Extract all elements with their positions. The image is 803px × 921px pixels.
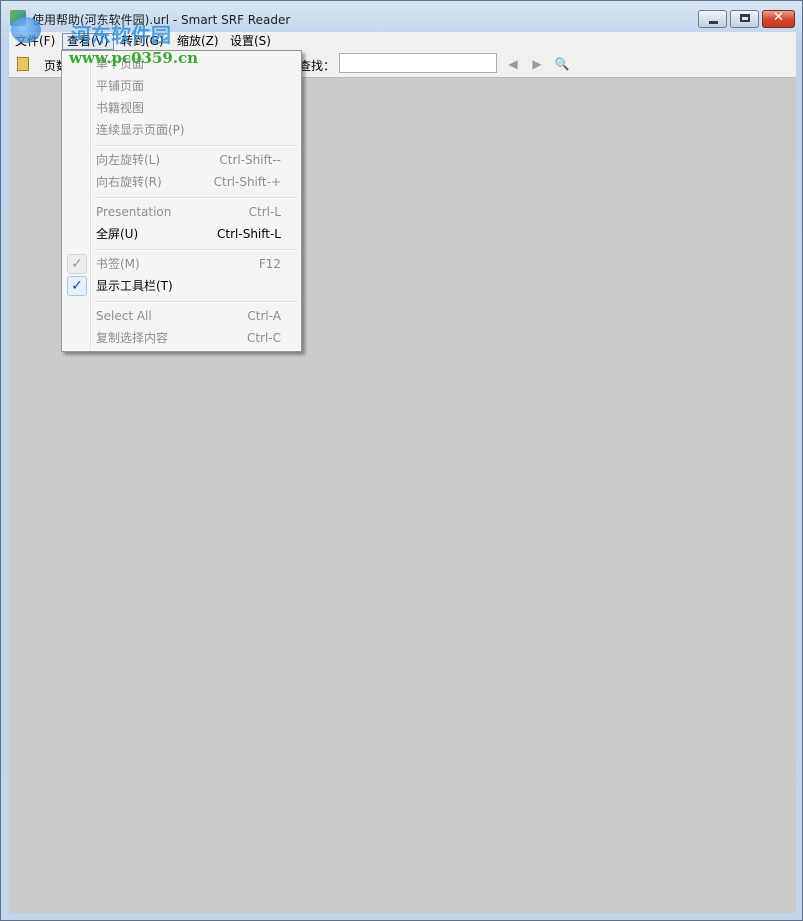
menu-item-shortcut: Ctrl-L bbox=[248, 205, 281, 219]
close-icon: ✕ bbox=[773, 10, 784, 25]
menu-goto[interactable]: 转到(G) bbox=[117, 33, 168, 50]
menu-zoom[interactable]: 缩放(Z) bbox=[173, 33, 223, 50]
menu-item-bookmarks[interactable]: ✓ 书签(M) F12 bbox=[64, 253, 299, 275]
close-button[interactable]: ✕ bbox=[762, 10, 795, 28]
menu-item-label: 单个页面 bbox=[96, 57, 145, 71]
menu-item-label: 连续显示页面(P) bbox=[96, 123, 185, 137]
menu-separator bbox=[94, 197, 297, 199]
menu-bar: 文件(F) 查看(V) 转到(G) 缩放(Z) 设置(S) bbox=[9, 32, 796, 51]
menu-item-copy-selection[interactable]: 复制选择内容 Ctrl-C bbox=[64, 327, 299, 349]
menu-item-label: 全屏(U) bbox=[96, 227, 139, 241]
menu-item-rotate-right[interactable]: 向右旋转(R) Ctrl-Shift-+ bbox=[64, 171, 299, 193]
menu-item-shortcut: Ctrl-A bbox=[247, 309, 281, 323]
menu-separator bbox=[94, 145, 297, 147]
menu-separator bbox=[94, 249, 297, 251]
menu-item-rotate-left[interactable]: 向左旋转(L) Ctrl-Shift-- bbox=[64, 149, 299, 171]
menu-item-shortcut: Ctrl-Shift-L bbox=[217, 227, 281, 241]
search-input[interactable] bbox=[339, 53, 497, 73]
menu-view[interactable]: 查看(V) bbox=[62, 33, 114, 50]
app-window: 使用帮助(河东软件园).url - Smart SRF Reader ✕ 文件(… bbox=[0, 0, 803, 921]
menu-settings[interactable]: 设置(S) bbox=[226, 33, 275, 50]
menu-item-label: 复制选择内容 bbox=[96, 331, 169, 345]
app-icon[interactable] bbox=[10, 10, 26, 26]
title-bar[interactable]: 使用帮助(河东软件园).url - Smart SRF Reader ✕ bbox=[1, 1, 802, 33]
menu-item-book-view[interactable]: 书籍视图 bbox=[64, 97, 299, 119]
menu-item-label: 向左旋转(L) bbox=[96, 153, 161, 167]
menu-item-shortcut: F12 bbox=[258, 257, 281, 271]
menu-item-label: Select All bbox=[96, 309, 152, 323]
menu-item-single-page[interactable]: 单个页面 bbox=[64, 53, 299, 75]
menu-item-continuous-pages[interactable]: 连续显示页面(P) bbox=[64, 119, 299, 141]
menu-item-select-all[interactable]: Select All Ctrl-A bbox=[64, 305, 299, 327]
menu-item-show-toolbar[interactable]: ✓ 显示工具栏(T) bbox=[64, 275, 299, 297]
menu-item-shortcut: Ctrl-Shift-- bbox=[219, 153, 281, 167]
menu-item-shortcut: Ctrl-C bbox=[246, 331, 281, 345]
menu-item-label: 向右旋转(R) bbox=[96, 175, 162, 189]
menu-item-label: 显示工具栏(T) bbox=[96, 279, 173, 293]
menu-file[interactable]: 文件(F) bbox=[11, 33, 59, 50]
view-menu-dropdown: 单个页面 平铺页面 书籍视图 连续显示页面(P) 向左旋转(L) Ctrl-Sh… bbox=[61, 50, 302, 352]
menu-item-label: 书签(M) bbox=[96, 257, 140, 271]
find-icon[interactable]: 🔍 bbox=[554, 56, 570, 72]
minimize-icon bbox=[709, 21, 718, 24]
find-next-icon[interactable]: ▶ bbox=[530, 56, 544, 72]
window-title: 使用帮助(河东软件园).url - Smart SRF Reader bbox=[32, 13, 291, 27]
menu-item-presentation[interactable]: Presentation Ctrl-L bbox=[64, 201, 299, 223]
menu-item-shortcut: Ctrl-Shift-+ bbox=[213, 175, 281, 189]
maximize-icon bbox=[740, 14, 750, 22]
menu-item-label: 平铺页面 bbox=[96, 79, 145, 93]
search-label: 查找： bbox=[299, 59, 336, 73]
menu-separator bbox=[94, 301, 297, 303]
checkmark-icon: ✓ bbox=[67, 254, 87, 274]
menu-item-label: Presentation bbox=[96, 205, 172, 219]
find-previous-icon[interactable]: ◀ bbox=[506, 56, 520, 72]
menu-item-fullscreen[interactable]: 全屏(U) Ctrl-Shift-L bbox=[64, 223, 299, 245]
open-file-icon[interactable] bbox=[17, 57, 29, 71]
menu-item-label: 书籍视图 bbox=[96, 101, 145, 115]
menu-item-tiled-page[interactable]: 平铺页面 bbox=[64, 75, 299, 97]
minimize-button[interactable] bbox=[698, 10, 727, 28]
maximize-button[interactable] bbox=[730, 10, 759, 28]
checkmark-icon: ✓ bbox=[67, 276, 87, 296]
